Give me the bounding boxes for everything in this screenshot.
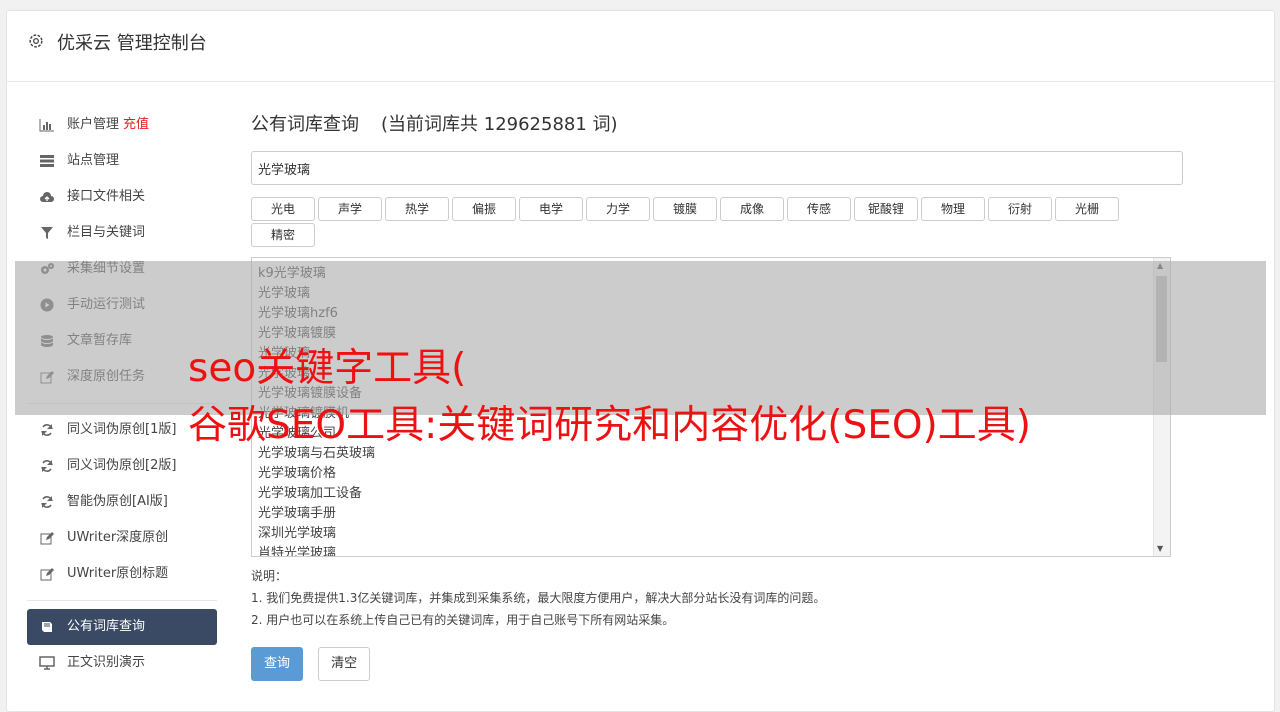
refresh-icon — [39, 494, 55, 510]
sidebar-item-label: 同义词伪原创[2版] — [67, 458, 177, 473]
sidebar-item-label: 账户管理 — [67, 117, 120, 132]
tag-filter-button[interactable]: 精密 — [251, 223, 315, 247]
recharge-link[interactable]: 充值 — [123, 117, 149, 132]
sidebar-item-a-0[interactable]: 账户管理 充值 — [27, 107, 217, 143]
page-title: 公有词库查询 (当前词库共 129625881 词) — [251, 107, 1181, 143]
gear-icon — [29, 34, 43, 48]
sidebar-item-label: 正文识别演示 — [67, 655, 146, 670]
tag-filter-button[interactable]: 光栅 — [1055, 197, 1119, 221]
sidebar-item-b-4[interactable]: UWriter原创标题 — [27, 556, 217, 592]
tag-filter-button[interactable]: 力学 — [586, 197, 650, 221]
sidebar-item-b-3[interactable]: UWriter深度原创 — [27, 520, 217, 556]
tag-filter-button[interactable]: 声学 — [318, 197, 382, 221]
tag-filter-button[interactable]: 衍射 — [988, 197, 1052, 221]
sidebar-item-label: 公有词库查询 — [67, 619, 146, 634]
result-item[interactable]: 肖特光学玻璃 — [258, 544, 1164, 556]
sidebar-item-label: 站点管理 — [67, 153, 120, 168]
refresh-icon — [39, 422, 55, 438]
sidebar-item-a-2[interactable]: 接口文件相关 — [27, 179, 217, 215]
tag-filter-button[interactable]: 成像 — [720, 197, 784, 221]
filter-icon — [39, 225, 55, 241]
top-bar: 优采云 管理控制台 — [7, 11, 1274, 82]
refresh-icon — [39, 458, 55, 474]
sidebar-divider — [27, 600, 217, 601]
tag-filter-button[interactable]: 铌酸锂 — [854, 197, 918, 221]
sidebar-item-public-lexicon[interactable]: 公有词库查询 — [27, 609, 217, 645]
tag-filter-button[interactable]: 镀膜 — [653, 197, 717, 221]
bar-chart-icon — [39, 117, 55, 133]
result-item[interactable]: 深圳光学玻璃 — [258, 524, 1164, 544]
headline-line-1: seo关键字工具( — [188, 346, 467, 391]
tag-filter-button[interactable]: 热学 — [385, 197, 449, 221]
cloud-upload-icon — [39, 189, 55, 205]
tag-filter-button[interactable]: 电学 — [519, 197, 583, 221]
tag-filter-button[interactable]: 传感 — [787, 197, 851, 221]
sidebar-item-label: 同义词伪原创[1版] — [67, 422, 177, 437]
edit-icon — [39, 566, 55, 582]
notes-title: 说明： — [251, 569, 288, 583]
headline-line-2: 谷歌SEO工具:关键词研究和内容优化(SEO)工具) — [188, 403, 1031, 448]
tag-filter-button[interactable]: 光电 — [251, 197, 315, 221]
tag-filter-button[interactable]: 偏振 — [452, 197, 516, 221]
server-icon — [39, 153, 55, 169]
sidebar-item-b-2[interactable]: 智能伪原创[AI版] — [27, 484, 217, 520]
result-item[interactable]: 光学玻璃价格 — [258, 464, 1164, 484]
sidebar-item-label: 接口文件相关 — [67, 189, 146, 204]
tag-filter-list: 光电 声学 热学 偏振 电学 力学 镀膜 成像 传感 铌酸锂 物理 衍射 光栅精密 — [251, 197, 1181, 249]
console-title: 优采云 管理控制台 — [57, 33, 207, 54]
headline-overlay-text: seo关键字工具( 谷歌SEO工具:关键词研究和内容优化(SEO)工具) — [188, 340, 1031, 454]
sidebar-item-label: UWriter深度原创 — [67, 530, 169, 545]
sidebar-item-label: UWriter原创标题 — [67, 566, 169, 581]
lexicon-count: (当前词库共 129625881 词) — [381, 114, 618, 135]
scroll-down-arrow-icon[interactable]: ▼ — [1157, 544, 1163, 553]
notes-section: 说明： 1. 我们免费提供1.3亿关键词库，并集成到采集系统，最大限度方便用户，… — [251, 565, 1181, 631]
sidebar-item-label: 栏目与关键词 — [67, 225, 146, 240]
tag-filter-button[interactable]: 物理 — [921, 197, 985, 221]
result-item[interactable]: 光学玻璃手册 — [258, 504, 1164, 524]
sidebar-item-label: 智能伪原创[AI版] — [67, 494, 168, 509]
sidebar-item-a-1[interactable]: 站点管理 — [27, 143, 217, 179]
book-icon — [39, 619, 55, 635]
edit-icon — [39, 530, 55, 546]
monitor-icon — [39, 655, 55, 671]
result-item[interactable]: 光学玻璃加工设备 — [258, 484, 1164, 504]
note-line: 2. 用户也可以在系统上传自己已有的关键词库，用于自己账号下所有网站采集。 — [251, 613, 675, 627]
page-title-text: 公有词库查询 — [251, 114, 359, 135]
sidebar-item-a-3[interactable]: 栏目与关键词 — [27, 215, 217, 251]
note-line: 1. 我们免费提供1.3亿关键词库，并集成到采集系统，最大限度方便用户，解决大部… — [251, 591, 826, 605]
keyword-search-input[interactable] — [251, 151, 1183, 185]
